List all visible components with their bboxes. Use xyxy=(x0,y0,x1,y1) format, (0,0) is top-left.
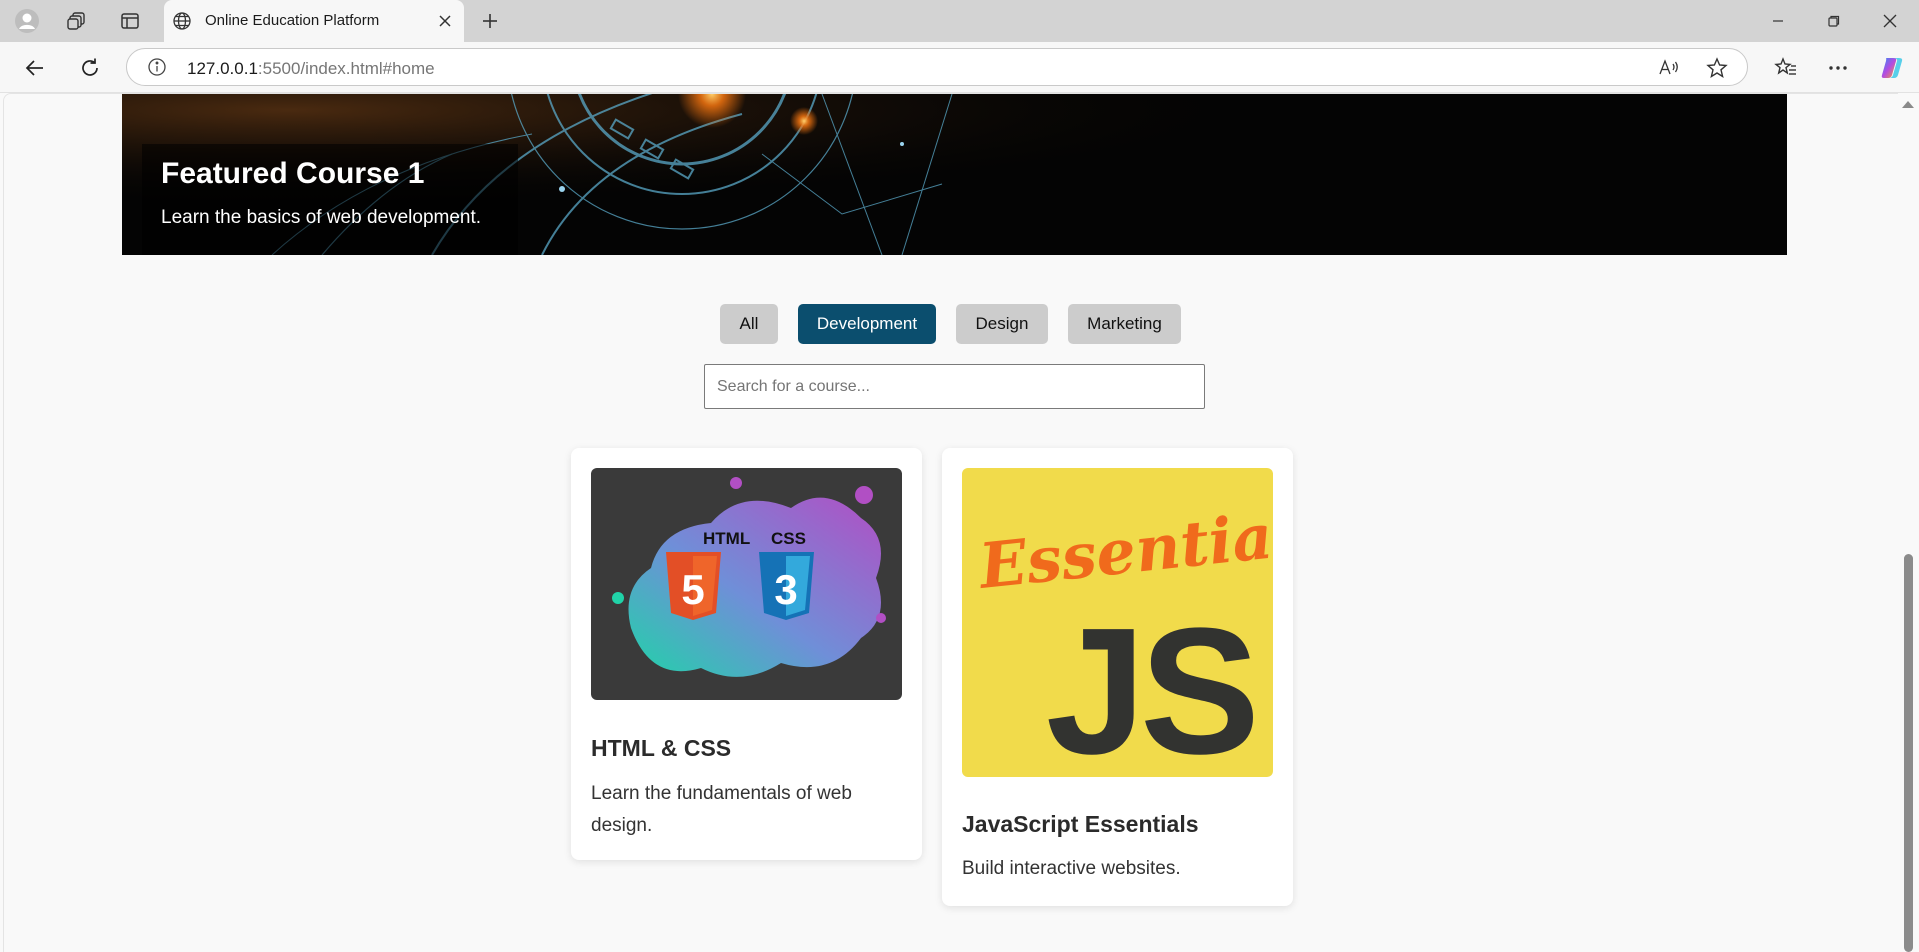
hero-subtitle: Learn the basics of web development. xyxy=(161,207,482,228)
active-tab[interactable]: Online Education Platform xyxy=(164,0,464,42)
more-icon[interactable] xyxy=(1822,52,1854,84)
read-aloud-icon[interactable] xyxy=(1657,56,1681,80)
url-text[interactable]: 127.0.0.1:5500/index.html#home xyxy=(187,59,435,79)
html-css-course-image: HTML CSS 5 3 xyxy=(591,468,902,700)
featured-course-banner[interactable]: Featured Course 1 Learn the basics of we… xyxy=(122,94,1787,255)
close-icon[interactable] xyxy=(434,10,456,32)
page-viewport: Featured Course 1 Learn the basics of we… xyxy=(0,93,1919,952)
course-card-javascript-essentials[interactable]: Essentials JS JavaScript Essentials Buil… xyxy=(942,448,1293,906)
copilot-icon[interactable] xyxy=(1876,52,1908,84)
course-title: HTML & CSS xyxy=(591,735,732,761)
filter-marketing-button[interactable]: Marketing xyxy=(1068,304,1181,344)
page-content: Featured Course 1 Learn the basics of we… xyxy=(3,93,1898,952)
course-card-html-css[interactable]: HTML CSS 5 3 HTML & CSS Learn the fundam… xyxy=(571,448,922,860)
address-bar-row: 127.0.0.1:5500/index.html#home xyxy=(0,42,1919,93)
info-icon[interactable] xyxy=(147,57,167,82)
tab-title: Online Education Platform xyxy=(205,12,380,29)
scroll-up-arrow-icon[interactable] xyxy=(1902,101,1914,108)
page-scrollbar[interactable] xyxy=(1898,93,1919,952)
refresh-icon[interactable] xyxy=(74,52,106,84)
svg-text:HTML: HTML xyxy=(703,529,750,548)
hero-title: Featured Course 1 xyxy=(161,157,425,190)
close-window-icon[interactable] xyxy=(1862,0,1918,42)
filter-development-button[interactable]: Development xyxy=(798,304,936,344)
new-tab-icon[interactable] xyxy=(476,7,504,35)
favorites-icon[interactable] xyxy=(1770,52,1802,84)
favorite-star-icon[interactable] xyxy=(1705,56,1729,80)
course-description: Learn the fundamentals of web design. xyxy=(591,783,852,836)
url-path: :5500/index.html#home xyxy=(257,59,435,78)
course-title: JavaScript Essentials xyxy=(962,811,1199,837)
svg-text:5: 5 xyxy=(681,566,704,613)
minimize-icon[interactable] xyxy=(1750,0,1806,42)
category-filters: All Development Design Marketing xyxy=(4,304,1903,344)
course-description: Build interactive websites. xyxy=(962,858,1181,879)
tab-actions-icon[interactable] xyxy=(116,7,144,35)
tab-strip: Online Education Platform xyxy=(0,0,1919,42)
filter-all-button[interactable]: All xyxy=(720,304,778,344)
filter-design-button[interactable]: Design xyxy=(956,304,1048,344)
svg-text:CSS: CSS xyxy=(771,529,806,548)
scrollbar-thumb[interactable] xyxy=(1904,554,1913,952)
svg-text:JS: JS xyxy=(1046,591,1254,777)
profile-icon[interactable] xyxy=(13,7,41,35)
javascript-course-image: Essentials JS xyxy=(962,468,1273,777)
workspaces-icon[interactable] xyxy=(63,7,91,35)
back-icon[interactable] xyxy=(19,52,51,84)
course-search-input[interactable] xyxy=(704,364,1205,409)
address-bar[interactable]: 127.0.0.1:5500/index.html#home xyxy=(126,48,1748,86)
svg-text:3: 3 xyxy=(774,566,797,613)
svg-text:Essentials: Essentials xyxy=(974,493,1273,603)
globe-icon xyxy=(172,11,192,36)
restore-icon[interactable] xyxy=(1806,0,1862,42)
url-host: 127.0.0.1 xyxy=(187,59,258,78)
